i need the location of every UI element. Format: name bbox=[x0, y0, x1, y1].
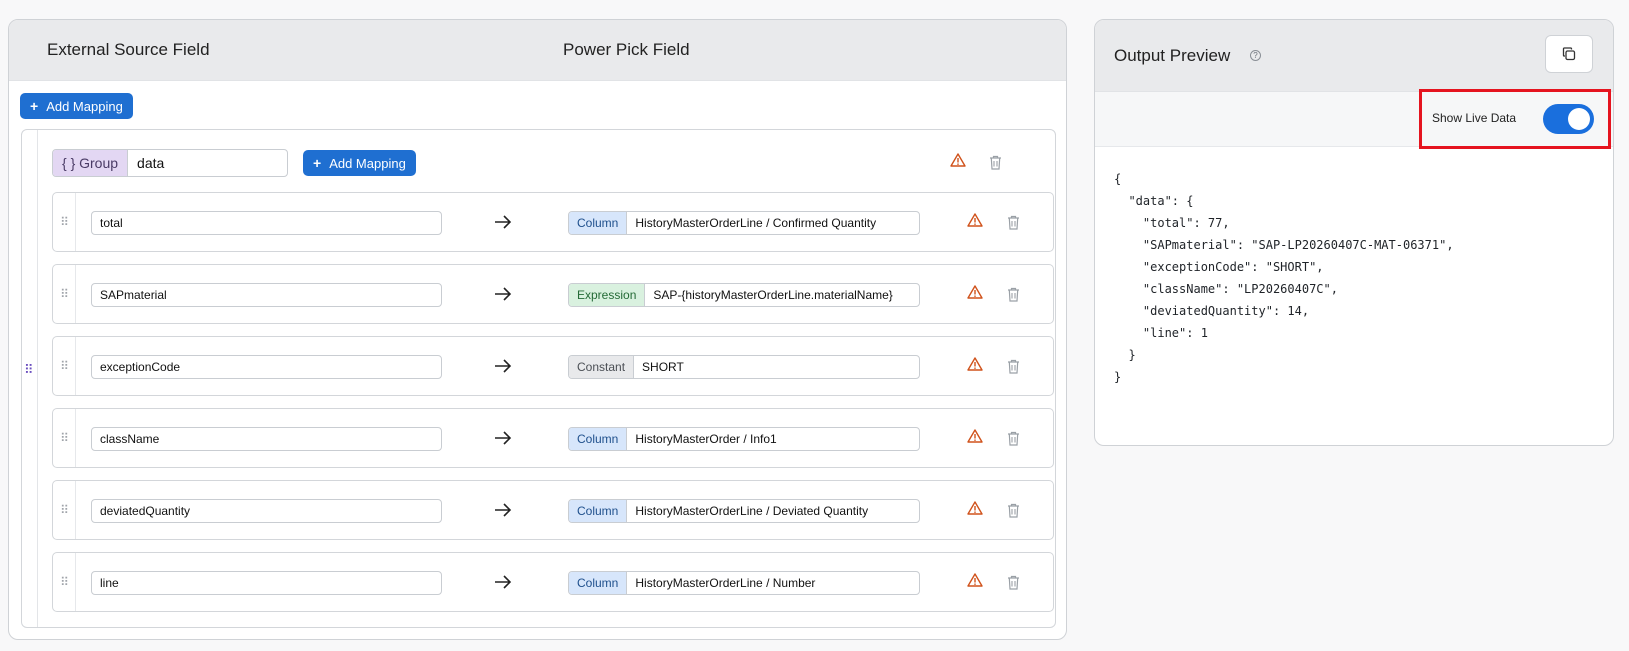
help-icon[interactable]: ? bbox=[1250, 50, 1261, 61]
target-value: SAP-{historyMasterOrderLine.materialName… bbox=[653, 288, 893, 302]
target-field[interactable]: Column HistoryMasterOrderLine / Confirme… bbox=[568, 211, 920, 235]
group-container: ⠿ { } Group data + Add Mapping ⠿ total C… bbox=[21, 129, 1056, 628]
show-live-data-toggle[interactable] bbox=[1543, 104, 1594, 134]
target-field[interactable]: Column HistoryMasterOrderLine / Deviated… bbox=[568, 499, 920, 523]
target-field[interactable]: Expression SAP-{historyMasterOrderLine.m… bbox=[568, 283, 920, 307]
add-mapping-label: Add Mapping bbox=[46, 98, 123, 114]
target-value: HistoryMasterOrderLine / Deviated Quanti… bbox=[635, 504, 869, 518]
warning-icon[interactable] bbox=[967, 573, 983, 591]
row-drag-handle-icon[interactable]: ⠿ bbox=[53, 193, 76, 251]
row-drag-handle-icon[interactable]: ⠿ bbox=[53, 337, 76, 395]
warning-icon[interactable] bbox=[967, 213, 983, 231]
delete-row-trash-icon[interactable] bbox=[1007, 287, 1021, 303]
group-add-mapping-button[interactable]: + Add Mapping bbox=[303, 150, 416, 176]
output-preview-header: Output Preview ? bbox=[1095, 20, 1613, 91]
source-field-input[interactable]: exceptionCode bbox=[91, 355, 442, 379]
mapping-row: ⠿ line Column HistoryMasterOrderLine / N… bbox=[52, 552, 1054, 612]
target-value: HistoryMasterOrderLine / Confirmed Quant… bbox=[635, 216, 877, 230]
source-field-input[interactable]: SAPmaterial bbox=[91, 283, 442, 307]
target-kind-badge[interactable]: Column bbox=[569, 572, 628, 594]
live-data-bar: Show Live Data bbox=[1095, 89, 1613, 149]
plus-icon: + bbox=[30, 98, 39, 114]
arrow-right-icon bbox=[495, 215, 512, 229]
power-pick-field-header: Power Pick Field bbox=[563, 40, 690, 59]
plus-icon: + bbox=[313, 155, 322, 171]
target-kind-badge[interactable]: Expression bbox=[569, 284, 646, 306]
row-drag-handle-icon[interactable]: ⠿ bbox=[53, 481, 76, 539]
drag-handle-icon: ⠿ bbox=[24, 362, 33, 377]
target-value: HistoryMasterOrder / Info1 bbox=[635, 432, 777, 446]
target-field[interactable]: Column HistoryMasterOrder / Info1 bbox=[568, 427, 920, 451]
delete-row-trash-icon[interactable] bbox=[1007, 503, 1021, 519]
output-preview-title: Output Preview bbox=[1114, 46, 1231, 65]
toggle-knob bbox=[1568, 108, 1590, 130]
mapping-row: ⠿ total Column HistoryMasterOrderLine / … bbox=[52, 192, 1054, 252]
copy-button[interactable] bbox=[1545, 35, 1593, 73]
row-drag-handle-icon[interactable]: ⠿ bbox=[53, 409, 76, 467]
group-badge: { } Group bbox=[53, 150, 129, 176]
output-preview-panel: Output Preview ? Show Live Data { "data"… bbox=[1094, 19, 1614, 446]
group-name-value[interactable]: data bbox=[128, 150, 173, 176]
mapping-panel: External Source Field Power Pick Field +… bbox=[8, 19, 1067, 640]
arrow-right-icon bbox=[495, 431, 512, 445]
warning-icon[interactable] bbox=[967, 357, 983, 375]
target-kind-badge[interactable]: Column bbox=[569, 428, 628, 450]
delete-group-trash-icon[interactable] bbox=[989, 155, 1003, 171]
target-kind-badge[interactable]: Column bbox=[569, 500, 628, 522]
json-output: { "data": { "total": 77, "SAPmaterial": … bbox=[1114, 172, 1454, 384]
arrow-right-icon bbox=[495, 359, 512, 373]
group-drag-handle[interactable]: ⠿ bbox=[22, 130, 38, 627]
external-source-field-header: External Source Field bbox=[47, 40, 210, 59]
delete-row-trash-icon[interactable] bbox=[1007, 575, 1021, 591]
delete-row-trash-icon[interactable] bbox=[1007, 431, 1021, 447]
warning-icon[interactable] bbox=[967, 285, 983, 303]
mapping-row: ⠿ exceptionCode Constant SHORT bbox=[52, 336, 1054, 396]
mapping-row: ⠿ className Column HistoryMasterOrder / … bbox=[52, 408, 1054, 468]
delete-row-trash-icon[interactable] bbox=[1007, 215, 1021, 231]
group-name-field[interactable]: { } Group data bbox=[52, 149, 288, 177]
mapping-row: ⠿ deviatedQuantity Column HistoryMasterO… bbox=[52, 480, 1054, 540]
target-kind-badge[interactable]: Column bbox=[569, 212, 628, 234]
target-kind-badge[interactable]: Constant bbox=[569, 356, 635, 378]
mapping-header: External Source Field Power Pick Field bbox=[9, 20, 1066, 81]
source-field-input[interactable]: line bbox=[91, 571, 442, 595]
arrow-right-icon bbox=[495, 503, 512, 517]
source-field-input[interactable]: className bbox=[91, 427, 442, 451]
warning-icon[interactable] bbox=[967, 429, 983, 447]
target-field[interactable]: Column HistoryMasterOrderLine / Number bbox=[568, 571, 920, 595]
row-drag-handle-icon[interactable]: ⠿ bbox=[53, 265, 76, 323]
delete-row-trash-icon[interactable] bbox=[1007, 359, 1021, 375]
target-field[interactable]: Constant SHORT bbox=[568, 355, 920, 379]
source-field-input[interactable]: deviatedQuantity bbox=[91, 499, 442, 523]
row-drag-handle-icon[interactable]: ⠿ bbox=[53, 553, 76, 611]
arrow-right-icon bbox=[495, 287, 512, 301]
mapping-row: ⠿ SAPmaterial Expression SAP-{historyMas… bbox=[52, 264, 1054, 324]
add-mapping-button[interactable]: + Add Mapping bbox=[20, 93, 133, 119]
copy-icon bbox=[1562, 47, 1576, 61]
show-live-data-label: Show Live Data bbox=[1432, 111, 1517, 125]
target-value: HistoryMasterOrderLine / Number bbox=[635, 576, 816, 590]
source-field-input[interactable]: total bbox=[91, 211, 442, 235]
group-add-mapping-label: Add Mapping bbox=[329, 155, 406, 171]
target-value: SHORT bbox=[642, 360, 684, 374]
warning-icon[interactable] bbox=[967, 501, 983, 519]
arrow-right-icon bbox=[495, 575, 512, 589]
warning-icon[interactable] bbox=[950, 153, 966, 171]
